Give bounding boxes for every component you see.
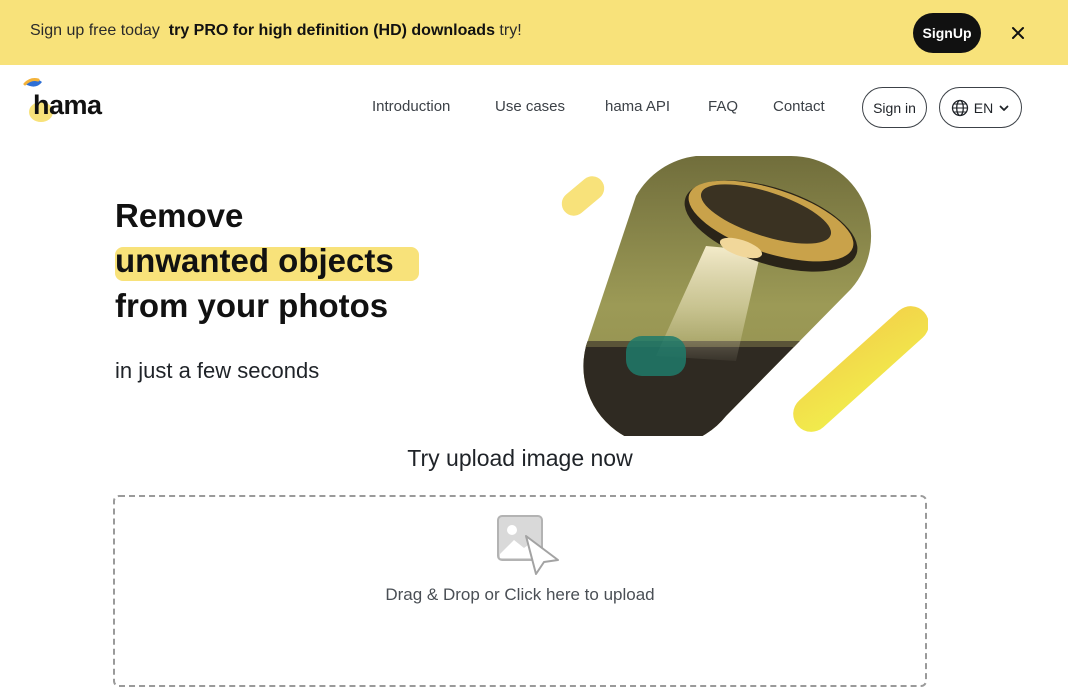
chevron-down-icon — [999, 105, 1009, 111]
promo-text: Sign up free today try PRO for high defi… — [30, 22, 522, 40]
hero-title-line-1: Remove — [115, 197, 244, 234]
promo-banner: Sign up free today try PRO for high defi… — [0, 0, 1068, 65]
close-banner-button[interactable] — [1007, 22, 1029, 44]
upload-dropzone[interactable]: Drag & Drop or Click here to upload — [113, 495, 927, 687]
decor-pill-small — [561, 176, 605, 216]
globe-icon — [951, 99, 968, 116]
nav-faq[interactable]: FAQ — [708, 98, 738, 115]
nav-contact[interactable]: Contact — [773, 98, 825, 115]
hero-subtitle: in just a few seconds — [115, 358, 320, 383]
ufo-photo — [583, 155, 872, 436]
promo-text-outro: try! — [499, 22, 522, 39]
upload-heading: Try upload image now — [407, 445, 633, 471]
promo-text-intro: Sign up free today — [30, 22, 160, 39]
language-selector[interactable]: EN — [939, 87, 1022, 128]
nav-use-cases[interactable]: Use cases — [495, 98, 565, 115]
signup-button[interactable]: SignUp — [913, 13, 981, 53]
nav-hama-api[interactable]: hama API — [605, 98, 670, 115]
language-label: EN — [973, 99, 994, 116]
dropzone-text: Drag & Drop or Click here to upload — [385, 585, 655, 604]
nav-introduction[interactable]: Introduction — [372, 98, 450, 115]
close-icon — [1012, 27, 1024, 39]
hero-title-line-2: unwanted objects — [115, 242, 394, 279]
promo-text-bold: try PRO for high definition (HD) downloa… — [168, 22, 495, 39]
logo-text[interactable]: hama — [33, 90, 102, 121]
hero-illustration — [561, 155, 928, 436]
hero-title-line-3: from your photos — [115, 287, 389, 324]
image-upload-icon — [497, 515, 559, 575]
sign-in-button[interactable]: Sign in — [862, 87, 927, 128]
